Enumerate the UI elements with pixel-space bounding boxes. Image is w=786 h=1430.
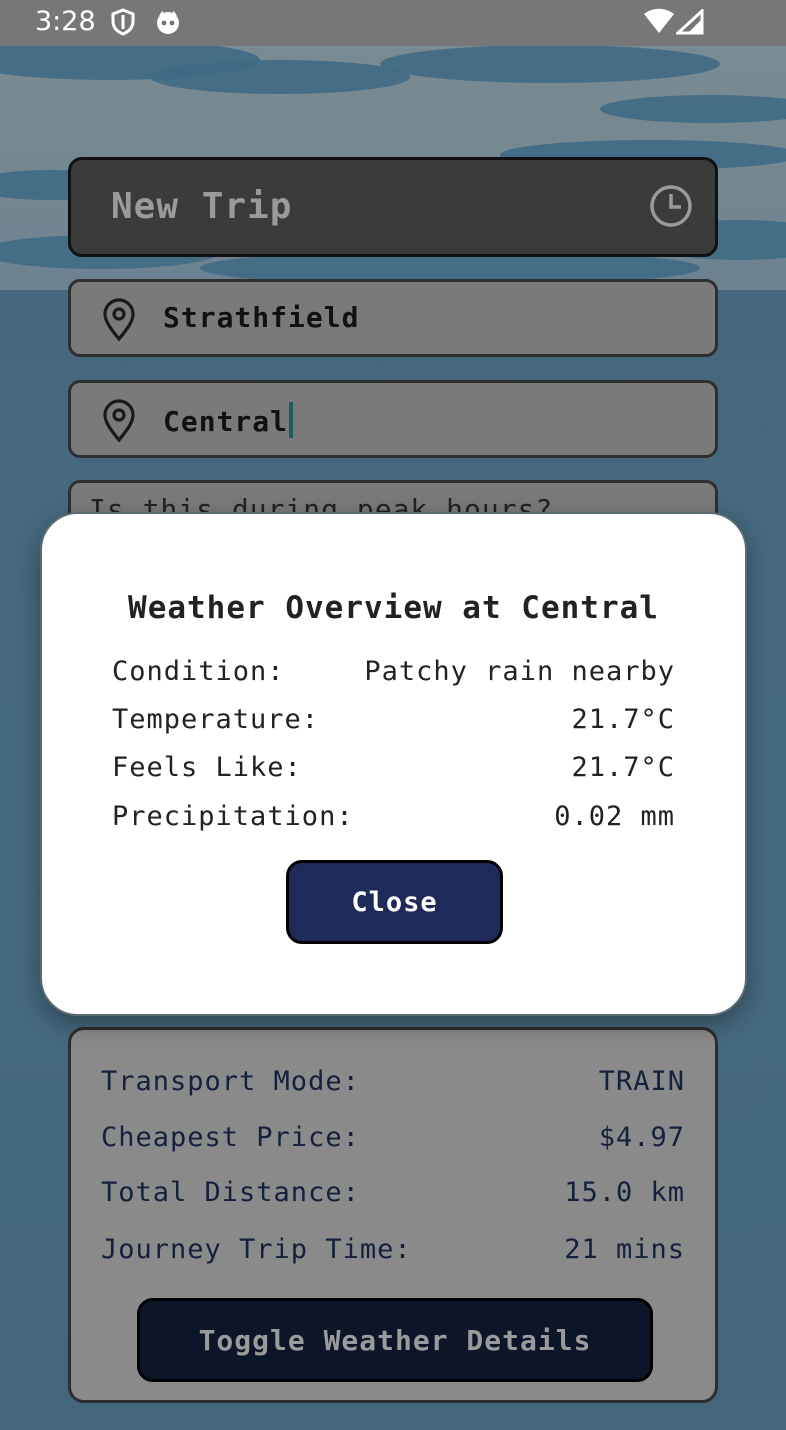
summary-value: 15.0 km [564, 1177, 685, 1208]
weather-row-temperature: Temperature: 21.7°C [112, 704, 675, 735]
shield-icon [110, 8, 136, 43]
weather-overview-dialog: Weather Overview at Central Condition: P… [40, 512, 747, 1016]
weather-row-precipitation: Precipitation: 0.02 mm [112, 801, 675, 832]
wifi-icon [644, 8, 674, 41]
destination-value: Central [163, 405, 289, 438]
summary-value: 21 mins [564, 1234, 685, 1265]
summary-row-transport-mode: Transport Mode: TRAIN [101, 1066, 685, 1097]
origin-field[interactable]: Strathfield [68, 279, 718, 357]
cat-icon [154, 8, 182, 43]
summary-value: TRAIN [598, 1066, 685, 1097]
close-button[interactable]: Close [286, 860, 503, 944]
location-pin-icon [101, 399, 137, 447]
text-cursor [289, 402, 294, 438]
toggle-weather-details-button[interactable]: Toggle Weather Details [137, 1298, 653, 1382]
summary-label: Total Distance: [101, 1177, 360, 1208]
summary-label: Cheapest Price: [101, 1122, 360, 1153]
summary-value: $4.97 [598, 1122, 685, 1153]
weather-value: 0.02 mm [554, 801, 675, 832]
summary-row-journey-time: Journey Trip Time: 21 mins [101, 1234, 685, 1265]
trip-title-field[interactable]: New Trip [68, 157, 718, 257]
weather-label: Precipitation: [112, 801, 354, 832]
summary-label: Journey Trip Time: [101, 1234, 412, 1265]
summary-row-total-distance: Total Distance: 15.0 km [101, 1177, 685, 1208]
summary-label: Transport Mode: [101, 1066, 360, 1097]
destination-input[interactable]: Central [163, 402, 294, 438]
weather-value: 21.7°C [571, 752, 675, 783]
origin-value: Strathfield [163, 301, 360, 334]
signal-icon [674, 7, 704, 42]
weather-label: Feels Like: [112, 752, 302, 783]
summary-row-cheapest-price: Cheapest Price: $4.97 [101, 1122, 685, 1153]
clock-icon[interactable] [649, 184, 693, 232]
status-time: 3:28 [35, 6, 96, 37]
weather-label: Condition: [112, 656, 285, 687]
status-bar: 3:28 [0, 0, 786, 46]
trip-title-placeholder: New Trip [111, 186, 293, 227]
destination-field[interactable]: Central [68, 380, 718, 458]
weather-row-feels-like: Feels Like: 21.7°C [112, 752, 675, 783]
dialog-title: Weather Overview at Central [128, 590, 659, 626]
weather-value: 21.7°C [571, 704, 675, 735]
location-pin-icon [101, 298, 137, 346]
weather-label: Temperature: [112, 704, 320, 735]
weather-row-condition: Condition: Patchy rain nearby [112, 656, 675, 687]
weather-value: Patchy rain nearby [364, 656, 675, 687]
trip-summary-card: Transport Mode: TRAIN Cheapest Price: $4… [68, 1027, 718, 1403]
